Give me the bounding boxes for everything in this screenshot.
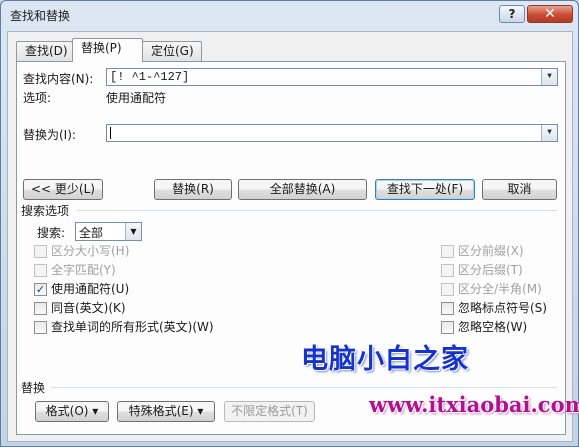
replace-with-label: 替换为(I): [23, 128, 76, 142]
chevron-down-icon[interactable]: ▼ [541, 69, 557, 85]
less-button[interactable]: << 更少(L) [23, 179, 103, 200]
chevron-down-icon[interactable]: ▼ [125, 223, 141, 240]
checkbox-label: 忽略标点符号(S) [458, 301, 547, 315]
search-direction-value: 全部 [79, 226, 104, 240]
options-value: 使用通配符 [106, 91, 167, 105]
checkbox-label: 使用通配符(U) [51, 282, 130, 296]
tab-replace[interactable]: 替换(P) [72, 38, 143, 62]
replace-section-title: 替换 [21, 381, 46, 395]
text-caret [110, 127, 111, 139]
help-button[interactable]: ? [499, 5, 525, 23]
checkbox-box[interactable] [34, 321, 47, 334]
title-bar[interactable]: 查找和替换 ? ✕ [1, 1, 578, 29]
section-divider [77, 210, 557, 211]
checkbox-label: 区分大小写(H) [51, 244, 130, 258]
checkbox-label: 区分前缀(X) [458, 244, 524, 258]
checkbox-box[interactable] [34, 264, 47, 277]
tab-goto[interactable]: 定位(G) [142, 41, 202, 61]
replace-panel: 查找内容(N): [! ^1-^127] ▼ 选项: 使用通配符 替换为(I):… [16, 61, 566, 435]
checkbox-box[interactable] [441, 302, 454, 315]
replace-all-button[interactable]: 全部替换(A) [238, 179, 367, 200]
format-button[interactable]: 格式(O) ▾ [35, 401, 109, 422]
checkbox-box[interactable] [34, 302, 47, 315]
search-direction-label: 搜索: [37, 226, 66, 240]
find-what-combobox[interactable]: [! ^1-^127] ▼ [106, 68, 558, 86]
search-direction-select[interactable]: 全部 ▼ [75, 222, 142, 241]
checkbox-label: 全字匹配(Y) [51, 263, 116, 277]
chevron-down-icon[interactable]: ▼ [541, 125, 557, 141]
checkbox-box[interactable] [441, 321, 454, 334]
tab-find[interactable]: 查找(D) [16, 41, 73, 61]
checkbox-box[interactable] [441, 245, 454, 258]
find-replace-dialog: 查找和替换 ? ✕ 查找(D) 替换(P) 定位(G) 查找内容(N): [! … [0, 0, 579, 447]
checkbox-box[interactable] [34, 245, 47, 258]
dialog-client-area: 查找(D) 替换(P) 定位(G) 查找内容(N): [! ^1-^127] ▼… [7, 31, 573, 442]
checkbox-label: 区分全/半角(M) [458, 282, 542, 296]
checkbox-box[interactable] [441, 264, 454, 277]
checkbox-box[interactable] [441, 283, 454, 296]
replace-button[interactable]: 替换(R) [154, 179, 232, 200]
cancel-button[interactable]: 取消 [482, 179, 557, 200]
find-what-label: 查找内容(N): [23, 72, 94, 86]
find-next-button[interactable]: 查找下一处(F) [375, 179, 475, 200]
no-formatting-button: 不限定格式(T) [224, 401, 315, 422]
options-label: 选项: [23, 91, 52, 105]
find-what-value: [! ^1-^127] [110, 70, 190, 84]
checkbox-label: 同音(英文)(K) [51, 301, 126, 315]
checkbox-label: 查找单词的所有形式(英文)(W) [51, 320, 214, 334]
watermark-chinese-text: 电脑小白之家 [301, 344, 469, 375]
watermark-url-text: www.itxiaobai.com [369, 392, 579, 417]
close-button[interactable]: ✕ [527, 5, 573, 23]
dialog-title: 查找和替换 [10, 9, 71, 23]
checkbox-label: 忽略空格(W) [458, 320, 528, 334]
special-format-button[interactable]: 特殊格式(E) ▾ [117, 401, 215, 422]
replace-with-combobox[interactable]: ▼ [106, 124, 558, 142]
search-options-title: 搜索选项 [21, 204, 70, 218]
check-mark-icon[interactable]: ✓ [34, 283, 47, 296]
section-divider [51, 387, 557, 388]
checkbox-label: 区分后缀(T) [458, 263, 523, 277]
